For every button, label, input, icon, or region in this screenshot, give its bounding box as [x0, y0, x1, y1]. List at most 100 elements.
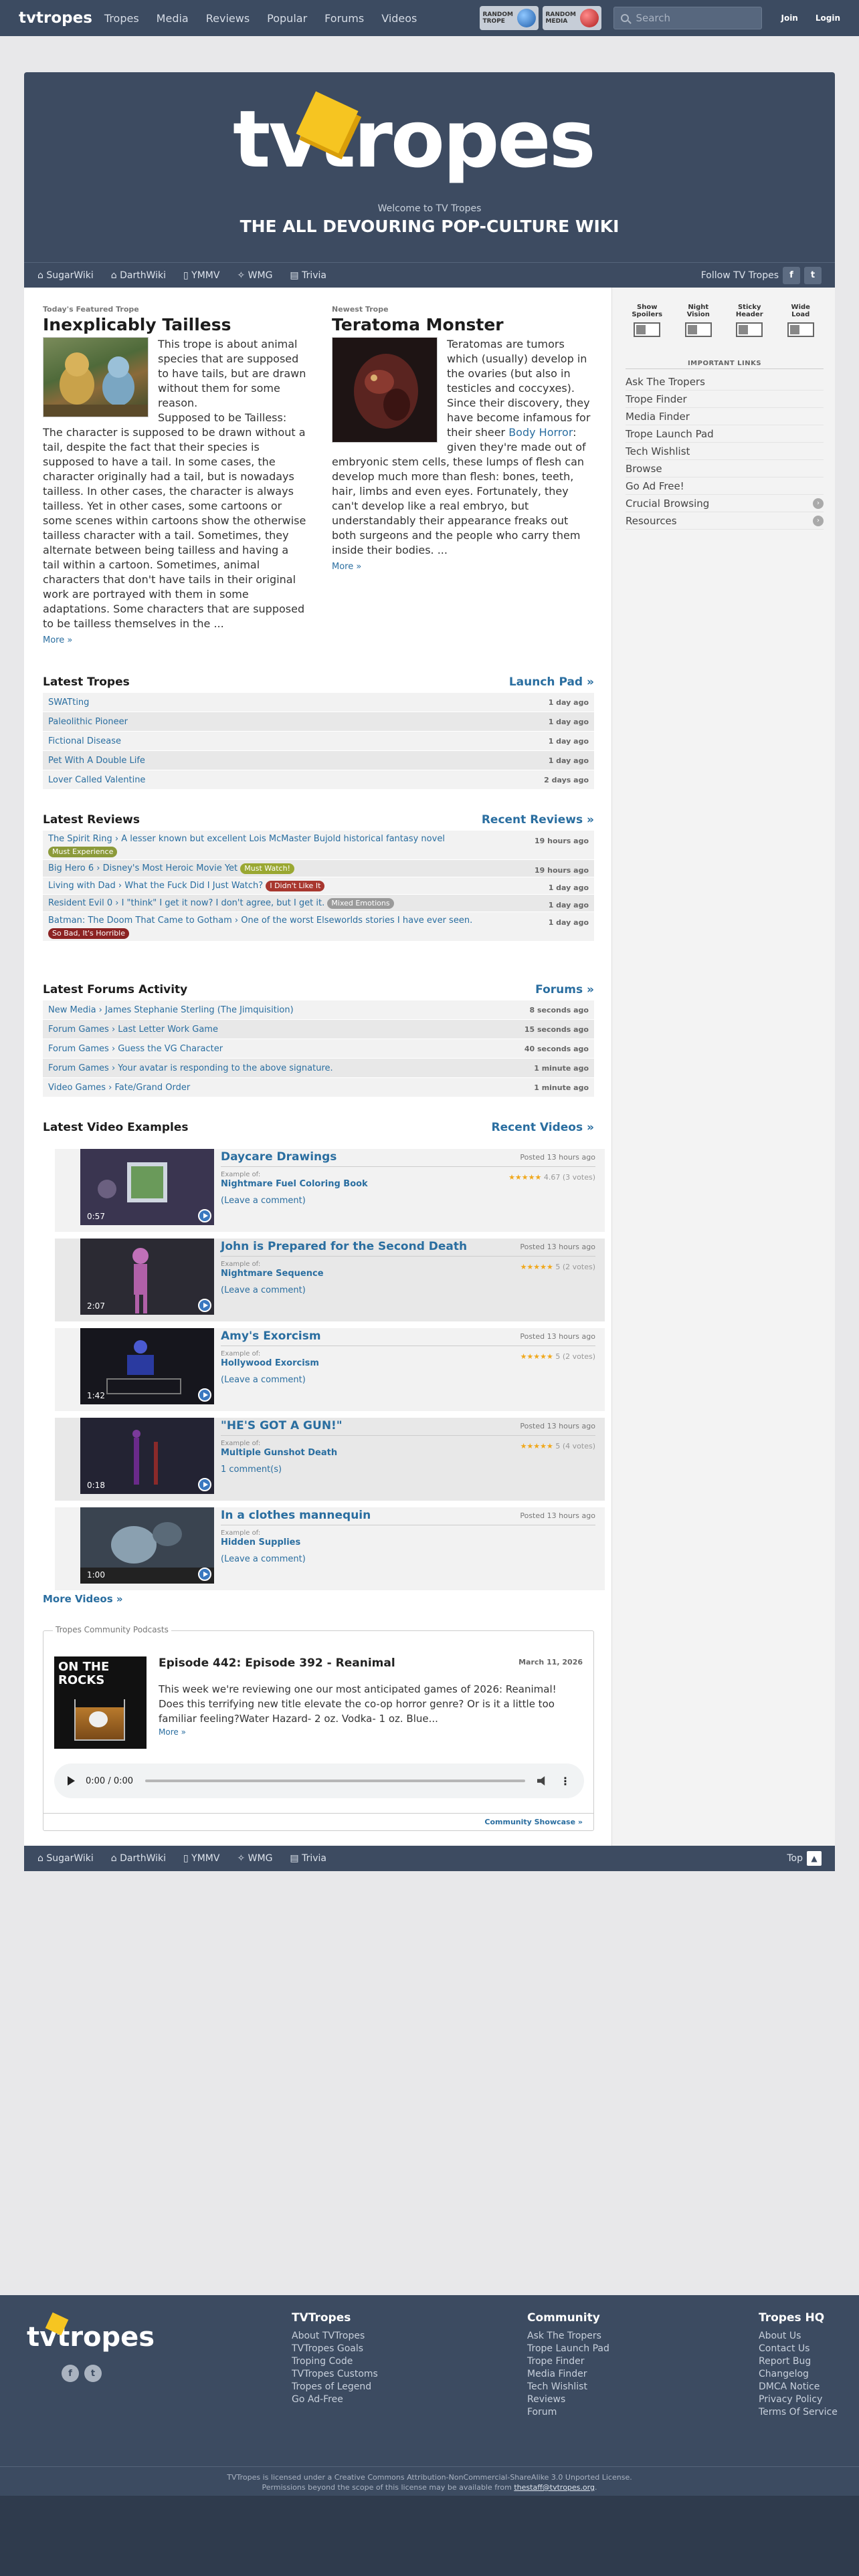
comment-link[interactable]: (Leave a comment): [221, 1285, 595, 1295]
back-to-top-button[interactable]: Top ▲: [787, 1851, 822, 1866]
review-work-link[interactable]: Resident Evil 0 ›: [48, 898, 118, 908]
more-options-icon[interactable]: ⋮: [560, 1775, 571, 1788]
trope-link[interactable]: Pet With A Double Life: [48, 756, 145, 766]
footer-link[interactable]: Tropes of Legend: [292, 2381, 378, 2393]
sidebar-link-go-ad-free[interactable]: Go Ad Free!: [626, 477, 824, 495]
more-videos-link[interactable]: More Videos »: [43, 1593, 123, 1605]
comment-link[interactable]: (Leave a comment): [221, 1196, 595, 1206]
subnav-ymmv[interactable]: ▯ YMMV: [183, 270, 219, 281]
sidebar-link-trope-finder[interactable]: Trope Finder: [626, 391, 824, 408]
footer-link[interactable]: Media Finder: [527, 2368, 609, 2381]
nav-videos[interactable]: Videos: [381, 12, 417, 25]
comment-link[interactable]: (Leave a comment): [221, 1375, 595, 1385]
play-icon[interactable]: [68, 1776, 75, 1786]
topic-link[interactable]: Guess the VG Character: [118, 1044, 223, 1054]
trope-link[interactable]: SWATting: [48, 697, 89, 708]
topic-link[interactable]: Fate/Grand Order: [115, 1083, 191, 1093]
review-title-link[interactable]: What the Fuck Did I Just Watch?: [124, 881, 263, 891]
review-title-link[interactable]: One of the worst Elseworlds stories I ha…: [241, 916, 472, 926]
community-showcase-link[interactable]: Community Showcase »: [43, 1813, 593, 1830]
footer-link[interactable]: Troping Code: [292, 2355, 378, 2368]
footer-link[interactable]: Go Ad-Free: [292, 2393, 378, 2406]
nav-media[interactable]: Media: [157, 12, 189, 25]
forums-link[interactable]: Forums »: [535, 983, 594, 996]
bottom-nav-ymmv[interactable]: ▯ YMMV: [183, 1853, 219, 1864]
episode-title[interactable]: Episode 442: Episode 392 - Reanimal: [159, 1656, 395, 1670]
video-thumbnail[interactable]: 1:00: [80, 1507, 214, 1584]
bottom-nav-wmg[interactable]: ✧ WMG: [237, 1853, 272, 1864]
sidebar-link-trope-launch-pad[interactable]: Trope Launch Pad: [626, 425, 824, 443]
footer-link[interactable]: DMCA Notice: [759, 2381, 838, 2393]
featured-more-link[interactable]: More »: [43, 635, 308, 645]
footer-link[interactable]: Trope Launch Pad: [527, 2343, 609, 2355]
footer-link[interactable]: Changelog: [759, 2368, 838, 2381]
sidebar-link-resources[interactable]: Resources ›: [626, 512, 824, 530]
footer-link[interactable]: Tech Wishlist: [527, 2381, 609, 2393]
toggle-switch[interactable]: [684, 322, 712, 337]
play-icon[interactable]: [198, 1568, 211, 1581]
trope-link[interactable]: Fictional Disease: [48, 736, 121, 746]
review-title-link[interactable]: Disney's Most Heroic Movie Yet: [103, 863, 238, 873]
trope-link[interactable]: Lover Called Valentine: [48, 775, 145, 785]
recent-reviews-link[interactable]: Recent Reviews »: [482, 813, 594, 827]
video-trope-link[interactable]: Hollywood Exorcism: [221, 1358, 319, 1368]
comment-link[interactable]: 1 comment(s): [221, 1465, 595, 1475]
recent-videos-link[interactable]: Recent Videos »: [492, 1121, 594, 1134]
footer-link[interactable]: Forum: [527, 2406, 609, 2419]
toggle-switch[interactable]: [736, 322, 763, 337]
forum-link[interactable]: Forum Games ›: [48, 1025, 115, 1035]
launch-pad-link[interactable]: Launch Pad »: [509, 675, 594, 689]
nav-tropes[interactable]: Tropes: [104, 12, 139, 25]
sidebar-link-crucial-browsing[interactable]: Crucial Browsing ›: [626, 495, 824, 512]
volume-icon[interactable]: [537, 1776, 545, 1786]
sidebar-link-media-finder[interactable]: Media Finder: [626, 408, 824, 425]
newest-title[interactable]: Teratoma Monster: [332, 315, 595, 334]
hero-logo[interactable]: tvtropes: [233, 92, 596, 186]
play-icon[interactable]: [198, 1299, 211, 1312]
forum-link[interactable]: Forum Games ›: [48, 1044, 115, 1054]
newest-more-link[interactable]: More »: [332, 562, 595, 572]
podcast-artwork[interactable]: ON THE ROCKS: [54, 1656, 147, 1749]
subnav-sugarwiki[interactable]: ⌂ SugarWiki: [37, 270, 94, 281]
featured-title[interactable]: Inexplicably Tailless: [43, 315, 308, 334]
facebook-icon[interactable]: f: [62, 2365, 79, 2382]
video-thumbnail[interactable]: 1:42: [80, 1328, 214, 1404]
review-work-link[interactable]: Living with Dad ›: [48, 881, 122, 891]
facebook-icon[interactable]: f: [783, 266, 800, 284]
twitter-icon[interactable]: t: [84, 2365, 102, 2382]
footer-link[interactable]: TVTropes Goals: [292, 2343, 378, 2355]
random-trope-button[interactable]: RANDOM TROPE: [480, 6, 539, 30]
play-icon[interactable]: [198, 1478, 211, 1491]
review-work-link[interactable]: Batman: The Doom That Came to Gotham ›: [48, 916, 238, 926]
video-trope-link[interactable]: Nightmare Fuel Coloring Book: [221, 1179, 368, 1189]
forum-link[interactable]: Forum Games ›: [48, 1063, 115, 1073]
forum-link[interactable]: New Media ›: [48, 1005, 102, 1015]
video-trope-link[interactable]: Multiple Gunshot Death: [221, 1448, 337, 1458]
toggle-night-vision[interactable]: Night Vision: [677, 304, 720, 337]
footer-link[interactable]: About TVTropes: [292, 2330, 378, 2343]
newest-image[interactable]: [332, 337, 438, 443]
toggle-show-spoilers[interactable]: Show Spoilers: [626, 304, 668, 337]
topic-link[interactable]: Last Letter Work Game: [118, 1025, 218, 1035]
footer-link[interactable]: Ask The Tropers: [527, 2330, 609, 2343]
review-title-link[interactable]: I "think" I get it now? I don't agree, b…: [122, 898, 325, 908]
video-thumbnail[interactable]: 0:57: [80, 1149, 214, 1225]
topic-link[interactable]: James Stephanie Sterling (The Jimquisiti…: [105, 1005, 294, 1015]
video-thumbnail[interactable]: 0:18: [80, 1418, 214, 1494]
trope-link[interactable]: Paleolithic Pioneer: [48, 717, 128, 727]
review-work-link[interactable]: The Spirit Ring ›: [48, 834, 118, 844]
nav-popular[interactable]: Popular: [267, 12, 307, 25]
random-media-button[interactable]: RANDOM MEDIA: [543, 6, 602, 30]
subnav-trivia[interactable]: ▤ Trivia: [290, 270, 326, 281]
bottom-nav-sugarwiki[interactable]: ⌂ SugarWiki: [37, 1853, 94, 1864]
join-link[interactable]: Join: [781, 13, 797, 23]
video-trope-link[interactable]: Hidden Supplies: [221, 1537, 300, 1547]
toggle-wide-load[interactable]: Wide Load: [779, 304, 822, 337]
bottom-nav-trivia[interactable]: ▤ Trivia: [290, 1853, 326, 1864]
toggle-sticky-header[interactable]: Sticky Header: [728, 304, 771, 337]
episode-more-link[interactable]: More »: [159, 1727, 186, 1737]
footer-link[interactable]: Privacy Policy: [759, 2393, 838, 2406]
featured-image[interactable]: [43, 337, 149, 417]
video-trope-link[interactable]: Nightmare Sequence: [221, 1269, 324, 1279]
footer-link[interactable]: Trope Finder: [527, 2355, 609, 2368]
